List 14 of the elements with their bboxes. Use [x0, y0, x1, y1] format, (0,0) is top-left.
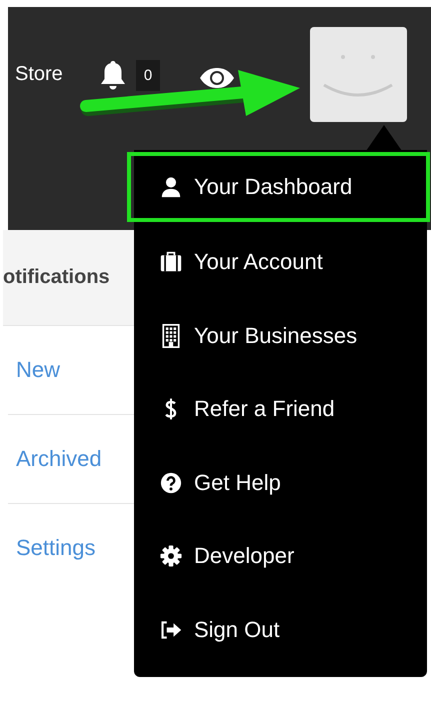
notification-count: 0	[136, 60, 160, 91]
gear-icon	[160, 544, 182, 568]
menu-item[interactable]: Get Help	[134, 446, 427, 520]
store-link[interactable]: Store	[15, 63, 63, 86]
building-icon	[160, 324, 182, 348]
menu-item[interactable]: Refer a Friend	[134, 372, 427, 446]
menu-item[interactable]: Developer	[134, 520, 427, 593]
person-icon	[160, 175, 182, 199]
briefcase-icon	[160, 250, 182, 274]
help-icon	[160, 470, 182, 495]
menu-item[interactable]: Your Dashboard	[127, 152, 430, 222]
menu-item[interactable]: Sign Out	[134, 593, 427, 666]
bell-icon[interactable]	[98, 59, 127, 91]
eye-icon[interactable]	[199, 67, 236, 89]
